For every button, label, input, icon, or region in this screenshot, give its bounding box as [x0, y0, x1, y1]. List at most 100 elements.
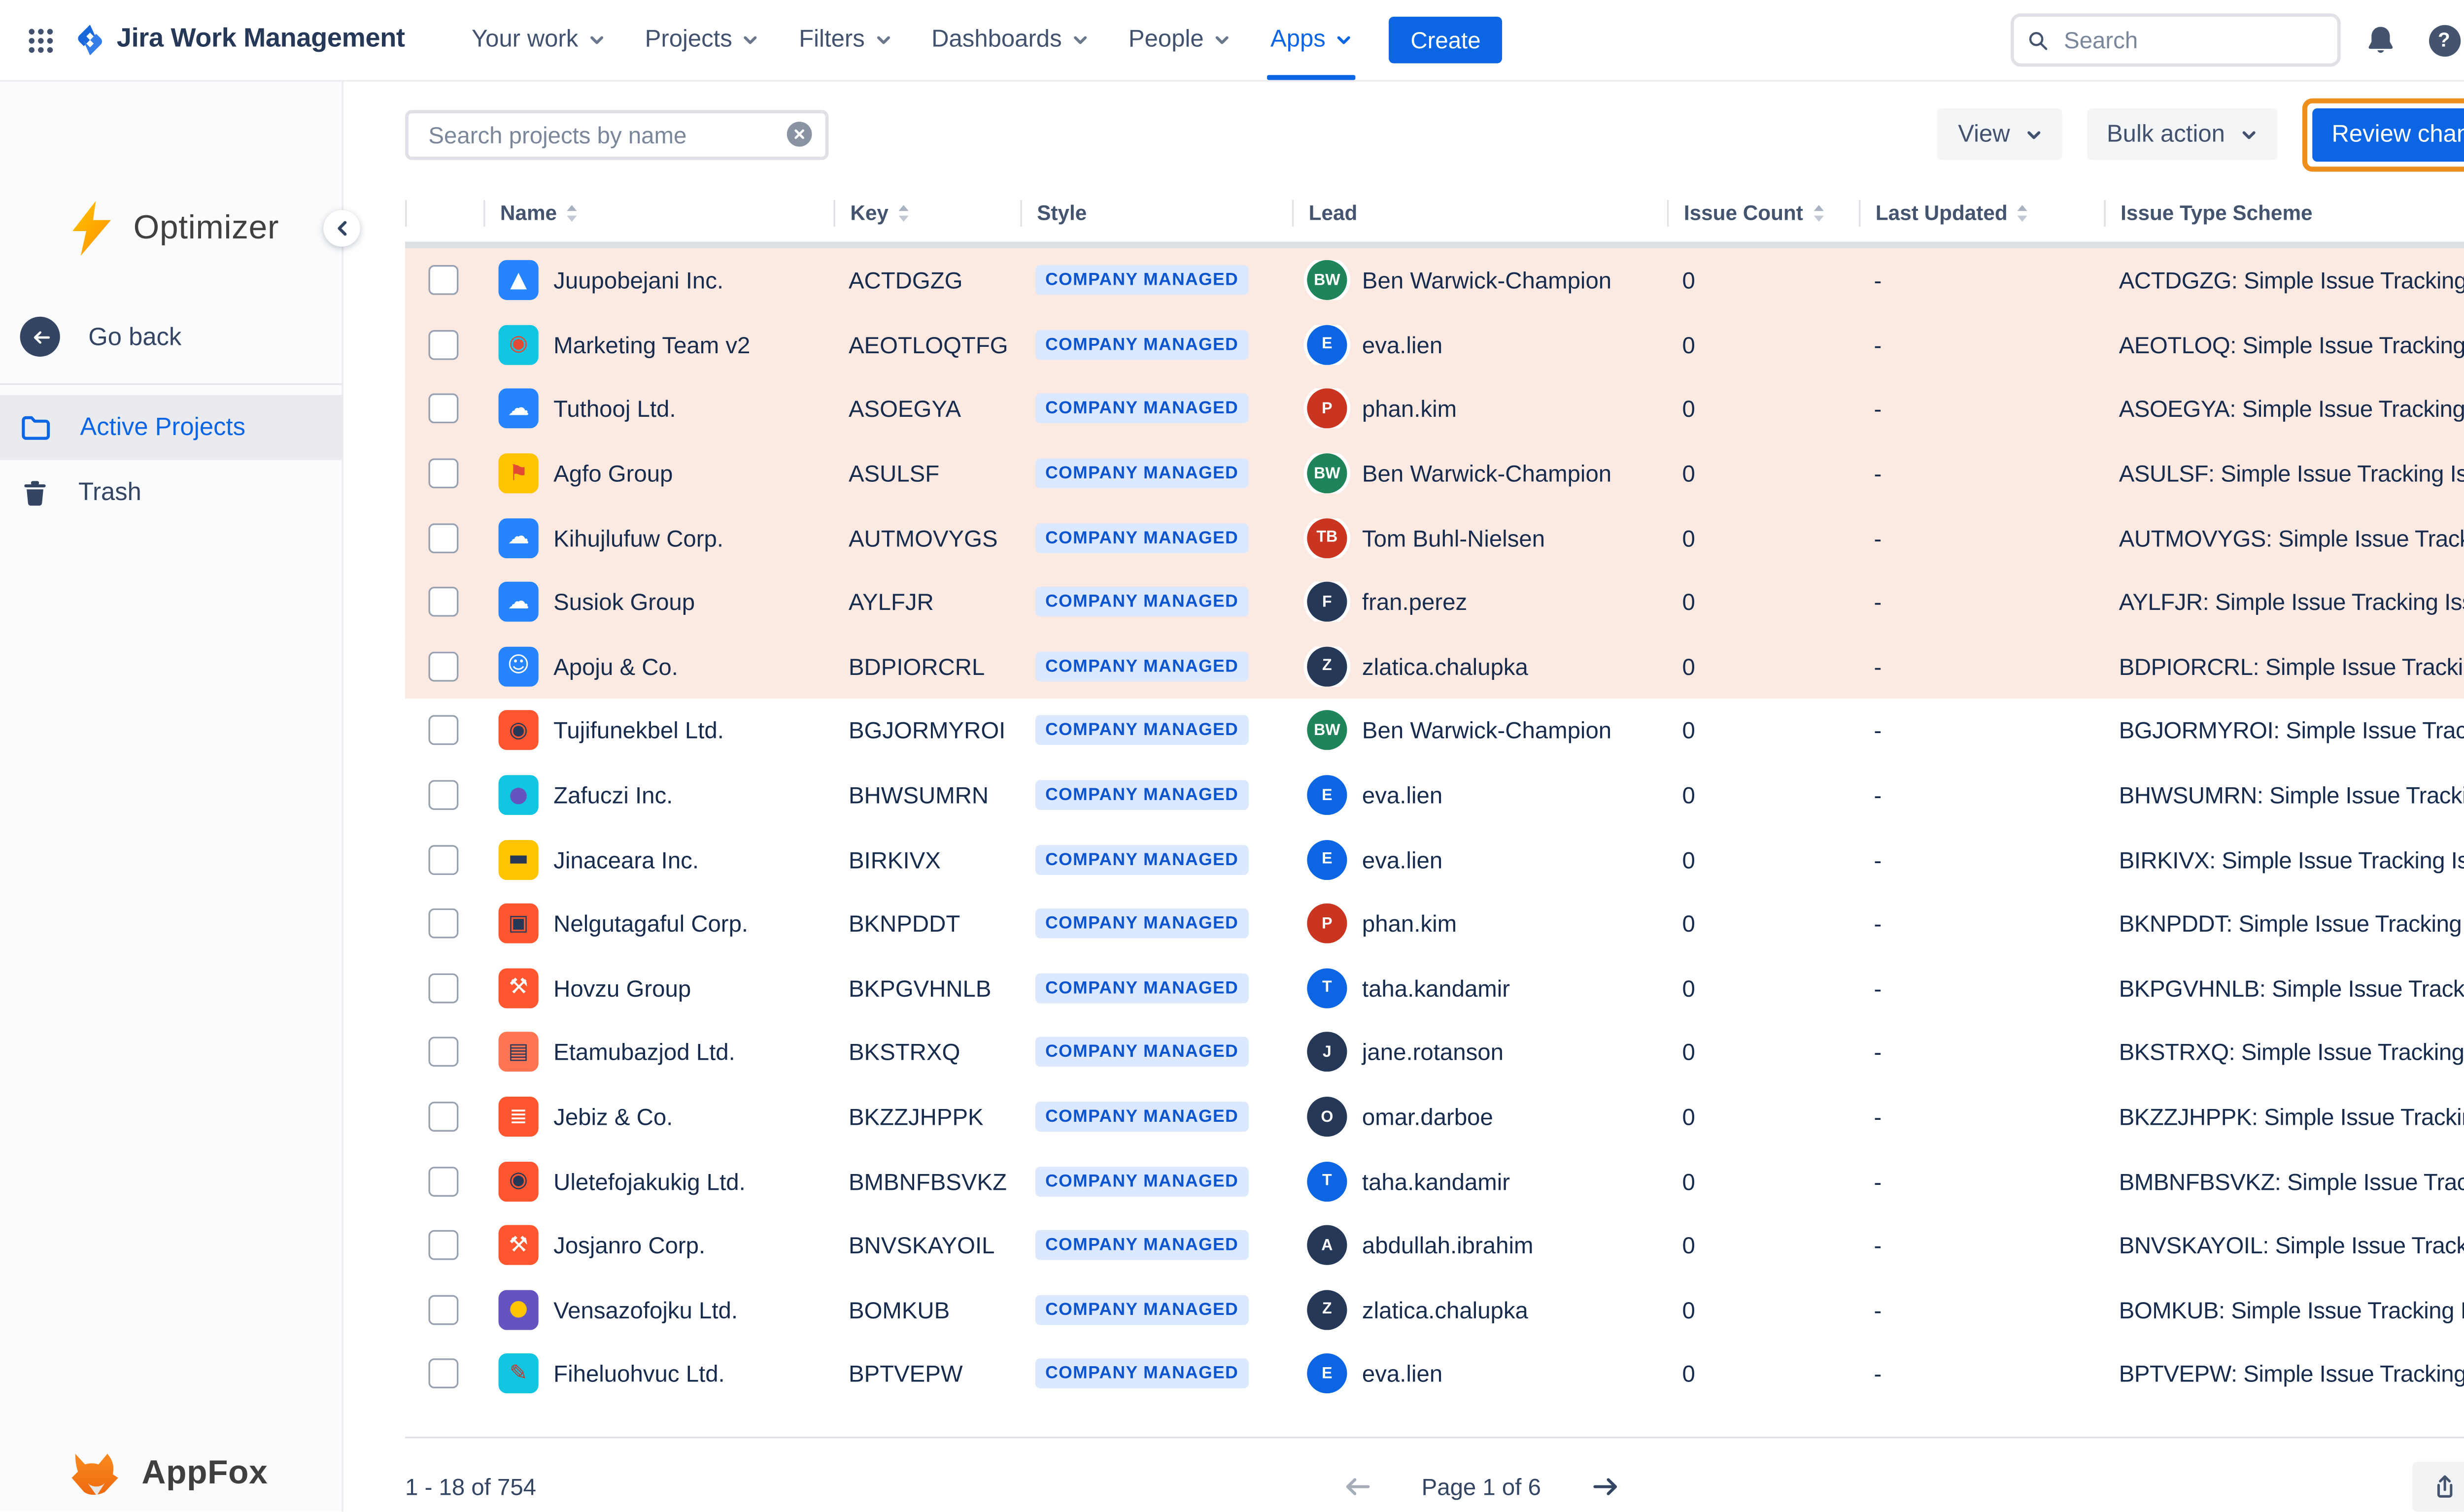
table-row[interactable]: ● Zafuczi Inc. BHWSUMRN COMPANY MANAGED …	[405, 763, 2464, 828]
row-checkbox[interactable]	[428, 459, 458, 489]
row-checkbox[interactable]	[428, 1230, 458, 1260]
table-row[interactable]: ≣ Jebiz & Co. BKZZJHPPK COMPANY MANAGED …	[405, 1084, 2464, 1149]
project-search-input[interactable]	[425, 119, 787, 149]
header-last-updated[interactable]: Last Updated	[1859, 200, 2104, 227]
table-row[interactable]: ☁ Kihujlufuw Corp. AUTMOVYGS COMPANY MAN…	[405, 505, 2464, 570]
jira-brand[interactable]: Jira Work Management	[73, 23, 405, 57]
project-name[interactable]: Fiheluohvuc Ltd.	[553, 1361, 725, 1387]
lead-avatar: E	[1307, 840, 1347, 879]
header-name[interactable]: Name	[483, 200, 833, 227]
project-name[interactable]: Jinaceara Inc.	[553, 846, 699, 873]
table-row[interactable]: ⚒ Hovzu Group BKPGVHNLB COMPANY MANAGED …	[405, 956, 2464, 1020]
nav-dashboards[interactable]: Dashboards	[911, 0, 1108, 80]
project-name[interactable]: Josjanro Corp.	[553, 1232, 705, 1259]
app-switcher-icon[interactable]	[13, 13, 67, 67]
create-button[interactable]: Create	[1389, 17, 1502, 64]
project-name[interactable]: Juupobejani Inc.	[553, 267, 723, 294]
project-name[interactable]: Etamubazjod Ltd.	[553, 1039, 735, 1066]
row-checkbox[interactable]	[428, 1295, 458, 1325]
project-name[interactable]: Zafuczi Inc.	[553, 782, 673, 808]
bulk-action-dropdown-button[interactable]: Bulk action	[2087, 108, 2276, 160]
project-name[interactable]: Uletefojakukig Ltd.	[553, 1168, 746, 1194]
row-checkbox[interactable]	[428, 909, 458, 939]
header-style[interactable]: Style	[1020, 200, 1292, 227]
row-checkbox[interactable]	[428, 330, 458, 360]
sidebar-collapse-button[interactable]	[323, 210, 360, 246]
sort-icon[interactable]	[1812, 203, 1825, 224]
help-icon[interactable]: ?	[2421, 17, 2464, 64]
header-lead[interactable]: Lead	[1292, 200, 1667, 227]
row-checkbox[interactable]	[428, 1359, 458, 1389]
row-checkbox[interactable]	[428, 844, 458, 874]
header-issue-type-scheme[interactable]: Issue Type Scheme	[2104, 200, 2464, 227]
project-name[interactable]: Apoju & Co.	[553, 653, 678, 680]
nav-apps[interactable]: Apps	[1250, 0, 1372, 80]
table-row[interactable]: ☁ Tuthooj Ltd. ASOEGYA COMPANY MANAGED P…	[405, 377, 2464, 441]
project-name[interactable]: Susiok Group	[553, 589, 695, 615]
project-name[interactable]: Tuthooj Ltd.	[553, 396, 676, 422]
project-avatar-icon: ◉	[499, 1161, 539, 1201]
last-updated-value: -	[1859, 396, 2104, 422]
table-row[interactable]: ▬ Jinaceara Inc. BIRKIVX COMPANY MANAGED…	[405, 827, 2464, 892]
row-checkbox[interactable]	[428, 651, 458, 681]
issue-count-value: 0	[1667, 653, 1859, 680]
row-checkbox[interactable]	[428, 587, 458, 617]
previous-page-arrow-icon[interactable]	[1338, 1466, 1378, 1506]
project-name[interactable]: Tujifunekbel Ltd.	[553, 717, 724, 744]
table-row[interactable]: ⚒ Josjanro Corp. BNVSKAYOIL COMPANY MANA…	[405, 1213, 2464, 1278]
next-page-arrow-icon[interactable]	[1584, 1466, 1624, 1506]
header-issue-count[interactable]: Issue Count	[1667, 200, 1859, 227]
sort-icon[interactable]	[897, 203, 910, 224]
view-dropdown-button[interactable]: View	[1938, 108, 2062, 160]
nav-filters[interactable]: Filters	[779, 0, 912, 80]
table-row[interactable]: ▲ Juupobejani Inc. ACTDGZG COMPANY MANAG…	[405, 248, 2464, 313]
row-checkbox[interactable]	[428, 1102, 458, 1132]
header-checkbox-column	[405, 200, 483, 227]
sidebar-item-trash[interactable]: Trash	[0, 460, 342, 525]
sort-icon[interactable]	[565, 203, 579, 224]
table-row[interactable]: ◉ Tujifunekbel Ltd. BGJORMYROI COMPANY M…	[405, 699, 2464, 763]
nav-your-work[interactable]: Your work	[451, 0, 625, 80]
review-changes-button[interactable]: Review changes 7	[2312, 107, 2464, 161]
project-name[interactable]: Agfo Group	[553, 460, 673, 487]
project-name[interactable]: Marketing Team v2	[553, 332, 750, 358]
global-search[interactable]	[2011, 13, 2341, 67]
row-checkbox[interactable]	[428, 266, 458, 296]
notifications-bell-icon[interactable]	[2358, 17, 2404, 64]
row-checkbox[interactable]	[428, 1038, 458, 1068]
row-checkbox[interactable]	[428, 394, 458, 424]
projects-table: Name Key Style Lead Issue Count	[405, 197, 2464, 1406]
table-row[interactable]: ◉ Uletefojakukig Ltd. BMBNFBSVKZ COMPANY…	[405, 1149, 2464, 1213]
lead-name: eva.lien	[1362, 332, 1442, 358]
table-row[interactable]: ● Vensazofojku Ltd. BOMKUB COMPANY MANAG…	[405, 1277, 2464, 1342]
table-row[interactable]: ☁ Susiok Group AYLFJR COMPANY MANAGED F …	[405, 570, 2464, 635]
project-name[interactable]: Kihujlufuw Corp.	[553, 525, 723, 551]
sort-icon[interactable]	[2016, 203, 2029, 224]
project-search[interactable]	[405, 109, 828, 159]
project-name[interactable]: Hovzu Group	[553, 974, 691, 1001]
nav-people[interactable]: People	[1108, 0, 1250, 80]
project-name[interactable]: Jebiz & Co.	[553, 1104, 673, 1130]
row-checkbox[interactable]	[428, 523, 458, 553]
export-button[interactable]: Export	[2412, 1461, 2464, 1511]
row-checkbox[interactable]	[428, 1166, 458, 1196]
row-checkbox[interactable]	[428, 716, 458, 746]
main-content: View Bulk action Review changes 7	[343, 80, 2464, 1512]
table-row[interactable]: ⚑ Agfo Group ASULSF COMPANY MANAGED BW B…	[405, 441, 2464, 506]
go-back-button[interactable]: Go back	[0, 310, 342, 363]
table-row[interactable]: ◉ Marketing Team v2 AEOTLOQTFG COMPANY M…	[405, 313, 2464, 377]
clear-search-icon[interactable]	[787, 122, 812, 147]
table-row[interactable]: ☺ Apoju & Co. BDPIORCRL COMPANY MANAGED …	[405, 634, 2464, 699]
row-checkbox[interactable]	[428, 780, 458, 810]
row-checkbox[interactable]	[428, 973, 458, 1003]
sidebar-item-active-projects[interactable]: Active Projects	[0, 395, 342, 460]
table-row[interactable]: ▤ Etamubazjod Ltd. BKSTRXQ COMPANY MANAG…	[405, 1020, 2464, 1085]
global-search-input[interactable]	[2060, 25, 2324, 55]
table-row[interactable]: ▣ Nelgutagaful Corp. BKNPDDT COMPANY MAN…	[405, 892, 2464, 956]
header-key[interactable]: Key	[834, 200, 1021, 227]
table-header-row: Name Key Style Lead Issue Count	[405, 197, 2464, 230]
table-row[interactable]: ✎ Fiheluohvuc Ltd. BPTVEPW COMPANY MANAG…	[405, 1342, 2464, 1407]
project-name[interactable]: Vensazofojku Ltd.	[553, 1296, 738, 1323]
project-name[interactable]: Nelgutagaful Corp.	[553, 910, 748, 937]
nav-projects[interactable]: Projects	[625, 0, 779, 80]
